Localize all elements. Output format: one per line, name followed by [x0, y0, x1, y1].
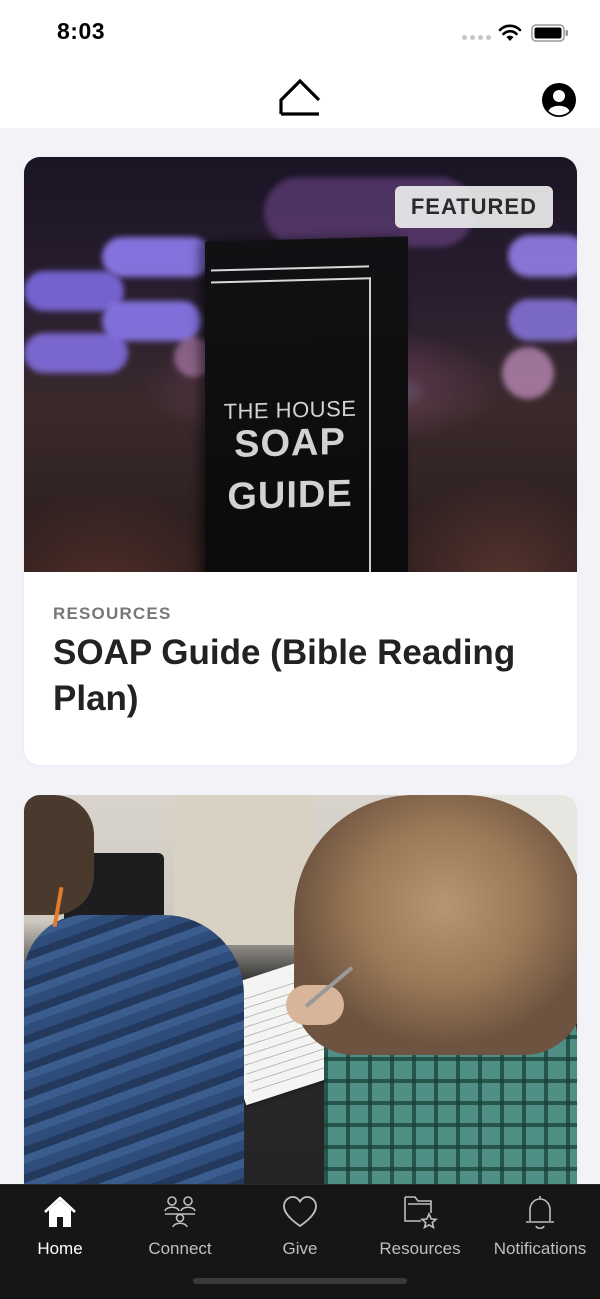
person-circle-icon[interactable] [541, 82, 577, 118]
card-image: THE HOUSE SOAP GUIDE FEATURED [24, 157, 577, 572]
tab-label: Give [282, 1239, 318, 1258]
wifi-icon [498, 24, 522, 41]
house-roof-icon[interactable] [278, 76, 322, 118]
tab-resources[interactable]: Resources [360, 1193, 480, 1261]
people-connect-icon [164, 1196, 196, 1228]
heart-icon [283, 1196, 317, 1228]
featured-card[interactable]: THE HOUSE SOAP GUIDE FEATURED RESOURCES … [24, 157, 577, 765]
tab-label: Home [37, 1239, 83, 1258]
signal-icon [462, 35, 491, 40]
tab-notifications[interactable]: Notifications [480, 1193, 600, 1261]
card-category: RESOURCES [53, 604, 172, 623]
card-title: SOAP Guide (Bible Reading Plan) [53, 633, 516, 718]
content-feed[interactable]: THE HOUSE SOAP GUIDE FEATURED RESOURCES … [0, 128, 600, 1184]
battery-icon [531, 24, 568, 42]
app-header [0, 64, 600, 128]
tab-label: Notifications [493, 1239, 587, 1258]
featured-badge: FEATURED [394, 186, 553, 228]
card-body: RESOURCES SOAP Guide (Bible Reading Plan… [24, 572, 577, 722]
tab-label: Resources [379, 1239, 461, 1258]
content-card[interactable] [24, 795, 577, 1184]
tab-home[interactable]: Home [0, 1193, 120, 1261]
tab-label: Connect [148, 1239, 212, 1258]
people-writing-photo [24, 795, 577, 1184]
cover-line-3: GUIDE [227, 472, 353, 519]
tab-give[interactable]: Give [240, 1193, 360, 1261]
tab-connect[interactable]: Connect [120, 1193, 240, 1261]
cover-line-2: SOAP [234, 420, 346, 466]
status-bar: 8:03 [0, 0, 600, 64]
home-icon [44, 1196, 76, 1227]
folder-star-icon [404, 1196, 439, 1230]
status-time: 8:03 [57, 18, 106, 44]
bell-icon [526, 1196, 554, 1230]
home-indicator [193, 1278, 407, 1284]
soap-guide-booklet: THE HOUSE SOAP GUIDE [205, 236, 408, 572]
